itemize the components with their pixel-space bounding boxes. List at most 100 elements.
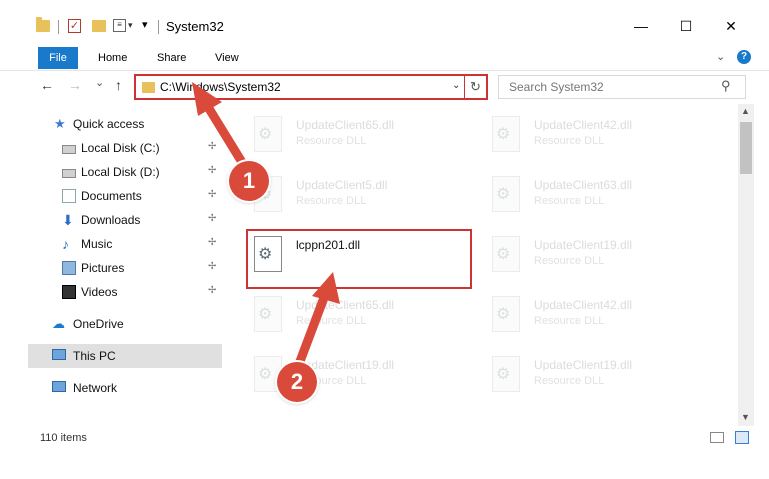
file-name: UpdateClient65.dll [296, 118, 395, 132]
file-item[interactable]: ⚙ UpdateClient65.dll Resource DLL [240, 288, 470, 338]
title-bar: ✓ ≡ ▾ ▾ System32 — ☐ ✕ [0, 0, 769, 42]
file-type: Resource DLL [296, 315, 367, 327]
pictures-icon [62, 261, 76, 275]
close-button[interactable]: ✕ [716, 16, 746, 36]
address-bar[interactable]: C:\Windows\System32 ⌄ ↻ [134, 74, 488, 100]
tab-home[interactable]: Home [98, 52, 127, 64]
scroll-up-icon[interactable]: ▲ [741, 106, 750, 116]
dll-file-icon: ⚙ [492, 116, 520, 152]
sidebar-item-pictures[interactable]: Pictures ✢ [28, 257, 222, 279]
sidebar-item-local-disk-c[interactable]: Local Disk (C:) ✢ [28, 137, 222, 159]
pin-icon[interactable]: ✢ [208, 141, 216, 152]
ribbon: File Home Share View ⌄ ? [0, 42, 769, 71]
chevron-down-icon[interactable]: ▾ [128, 20, 133, 31]
music-icon: ♪ [62, 236, 69, 252]
download-icon: ⬇ [62, 212, 74, 228]
sidebar-item-local-disk-d[interactable]: Local Disk (D:) ✢ [28, 161, 222, 183]
file-item[interactable]: ⚙ UpdateClient19.dll Resource DLL [478, 348, 708, 398]
properties-check-icon[interactable]: ✓ [68, 19, 81, 33]
step-badge-2: 2 [277, 362, 317, 402]
file-type: Resource DLL [534, 375, 605, 387]
address-dropdown-icon[interactable]: ⌄ [452, 80, 460, 91]
bottom-margin [0, 450, 769, 479]
tab-share[interactable]: Share [157, 52, 186, 64]
help-icon[interactable]: ? [737, 50, 751, 64]
pin-icon[interactable]: ✢ [208, 213, 216, 224]
file-item[interactable]: ⚙ UpdateClient19.dll Resource DLL [478, 228, 708, 278]
address-path[interactable]: C:\Windows\System32 [160, 80, 281, 94]
gear-icon: ⚙ [496, 186, 511, 203]
sidebar-item-label: This PC [73, 349, 116, 363]
tab-view[interactable]: View [215, 52, 239, 64]
gear-icon: ⚙ [496, 366, 511, 383]
file-name: UpdateClient19.dll [534, 238, 633, 252]
file-type: Resource DLL [534, 255, 605, 267]
file-item[interactable]: ⚙ UpdateClient42.dll Resource DLL [478, 108, 708, 158]
file-name: UpdateClient5.dll [296, 178, 388, 192]
customize-toolbar-icon[interactable]: ▾ [142, 18, 148, 31]
file-item[interactable]: ⚙ UpdateClient63.dll Resource DLL [478, 168, 708, 218]
refresh-icon[interactable]: ↻ [470, 79, 481, 95]
sidebar-item-videos[interactable]: Videos ✢ [28, 281, 222, 303]
file-item[interactable]: ⚙ UpdateClient5.dll Resource DLL [240, 168, 470, 218]
file-explorer-window: ✓ ≡ ▾ ▾ System32 — ☐ ✕ File Home Share V… [0, 0, 769, 479]
sidebar-item-label: Videos [81, 285, 118, 299]
sidebar-item-music[interactable]: ♪ Music ✢ [28, 233, 222, 255]
file-item[interactable]: ⚙ UpdateClient19.dll Resource DLL [240, 348, 470, 398]
dll-file-icon: ⚙ [492, 296, 520, 332]
pin-icon[interactable]: ✢ [208, 165, 216, 176]
disk-icon [62, 145, 76, 154]
properties-icon[interactable]: ≡ [113, 19, 126, 32]
file-item[interactable]: ⚙ UpdateClient65.dll Resource DLL [240, 108, 470, 158]
gear-icon: ⚙ [496, 246, 511, 263]
sidebar-item-documents[interactable]: Documents ✢ [28, 185, 222, 207]
pin-icon[interactable]: ✢ [208, 285, 216, 296]
recent-locations-button[interactable]: ⌄ [95, 76, 104, 89]
navigation-pane: ★ Quick access Local Disk (C:) ✢ Local D… [28, 110, 222, 410]
item-count: 110 items [40, 432, 87, 444]
expand-ribbon-icon[interactable]: ⌄ [716, 50, 725, 63]
file-type: Resource DLL [534, 195, 605, 207]
back-button[interactable]: ← [40, 77, 54, 93]
dll-file-icon: ⚙ [254, 296, 282, 332]
gear-icon: ⚙ [496, 306, 511, 323]
forward-button[interactable]: → [68, 77, 82, 93]
sidebar-item-label: OneDrive [73, 317, 124, 331]
gear-icon: ⚙ [258, 306, 273, 323]
gear-icon: ⚙ [496, 126, 511, 143]
up-button[interactable]: ↑ [115, 77, 122, 93]
details-view-icon[interactable] [710, 432, 724, 443]
toolbar-separator [58, 20, 59, 34]
sidebar-item-this-pc[interactable]: This PC [28, 344, 222, 368]
scroll-down-icon[interactable]: ▼ [741, 412, 750, 422]
pin-icon[interactable]: ✢ [208, 261, 216, 272]
new-folder-icon[interactable] [92, 20, 106, 32]
file-item[interactable]: ⚙ UpdateClient42.dll Resource DLL [478, 288, 708, 338]
minimize-button[interactable]: — [626, 16, 656, 36]
pin-icon[interactable]: ✢ [208, 189, 216, 200]
dll-file-icon: ⚙ [492, 356, 520, 392]
documents-icon [62, 189, 76, 203]
sidebar-item-label: Documents [81, 189, 142, 203]
tab-file[interactable]: File [38, 47, 78, 69]
sidebar-item-onedrive[interactable]: ☁ OneDrive [28, 313, 222, 335]
step-badge-1: 1 [229, 161, 269, 201]
scroll-thumb[interactable] [740, 122, 752, 174]
pin-icon[interactable]: ✢ [208, 237, 216, 248]
dll-file-icon: ⚙ [492, 176, 520, 212]
status-bar: 110 items [0, 426, 769, 450]
large-icons-view-icon[interactable] [735, 431, 749, 444]
vertical-scrollbar[interactable]: ▲ ▼ [738, 104, 754, 426]
sidebar-item-quick-access[interactable]: ★ Quick access [28, 113, 222, 135]
sidebar-item-label: Local Disk (D:) [81, 165, 160, 179]
sidebar-item-network[interactable]: Network [28, 377, 222, 399]
sidebar-item-downloads[interactable]: ⬇ Downloads ✢ [28, 209, 222, 231]
file-name: UpdateClient42.dll [534, 118, 633, 132]
search-icon[interactable]: ⚲ [721, 78, 731, 94]
sidebar-item-label: Quick access [73, 117, 145, 131]
search-input[interactable]: Search System32 ⚲ [498, 75, 746, 99]
sidebar-item-label: Downloads [81, 213, 141, 227]
navigation-bar: ← → ⌄ ↑ C:\Windows\System32 ⌄ ↻ Search S… [0, 71, 769, 103]
title-separator [158, 20, 159, 34]
maximize-button[interactable]: ☐ [671, 16, 701, 36]
